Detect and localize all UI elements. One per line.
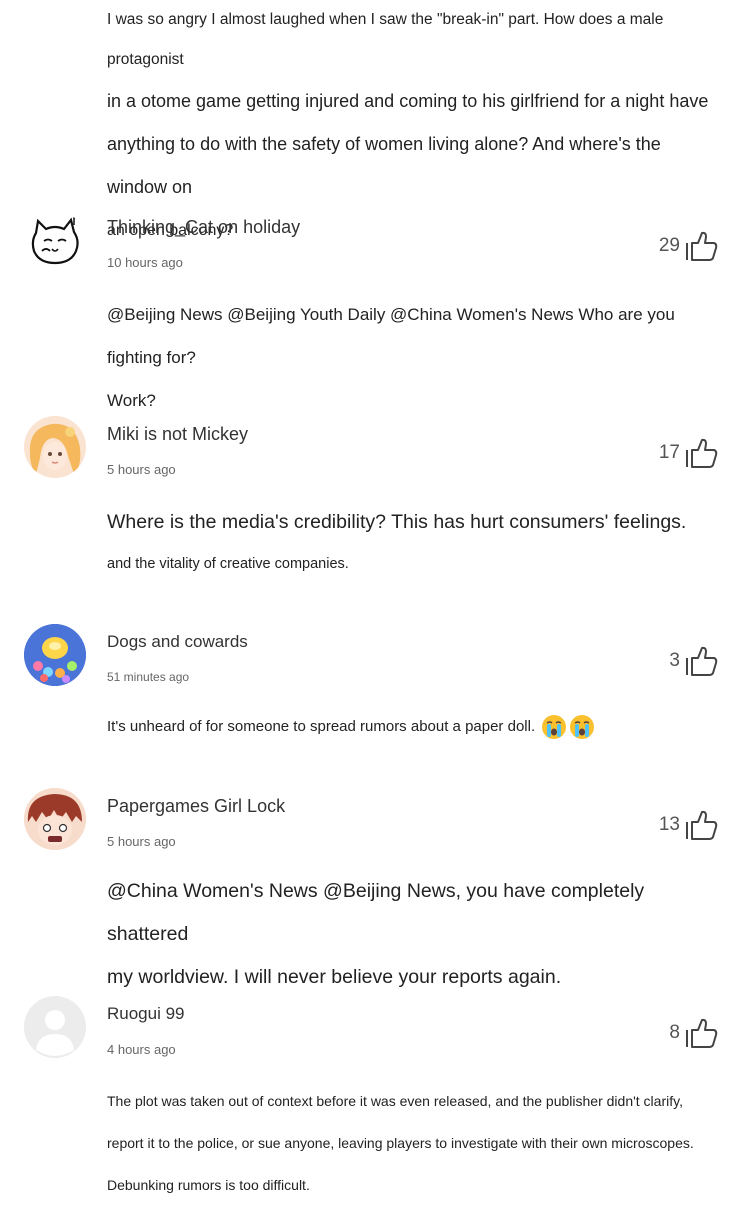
comment-text: It's unheard of for someone to spread ru…	[107, 718, 536, 735]
avatar[interactable]	[24, 788, 86, 850]
comment-body: @China Women's News @Beijing News, you h…	[107, 870, 727, 999]
comment-line: my worldview. I will never believe your …	[107, 966, 562, 988]
like-button[interactable]: 8	[669, 1016, 718, 1050]
comment-body: It's unheard of for someone to spread ru…	[107, 708, 727, 746]
username[interactable]: Ruogui 99	[107, 1004, 185, 1024]
username[interactable]: Miki is not Mickey	[107, 424, 248, 445]
timestamp: 5 hours ago	[107, 834, 176, 849]
thumbs-up-icon	[686, 231, 718, 261]
timestamp: 10 hours ago	[107, 255, 183, 270]
timestamp: 4 hours ago	[107, 1042, 176, 1057]
thumbs-up-icon	[686, 438, 718, 468]
comment-body: @Beijing News @Beijing Youth Daily @Chin…	[107, 293, 727, 422]
like-count: 8	[669, 1022, 680, 1043]
avatar[interactable]	[24, 996, 86, 1058]
comment-line: in a otome game getting injured and comi…	[107, 91, 709, 111]
crying-face-icon	[542, 715, 567, 740]
default-user-avatar-icon	[24, 996, 86, 1058]
comment-line: anything to do with the safety of women …	[107, 134, 661, 197]
avatar[interactable]	[24, 211, 86, 273]
colorful-blob-avatar-icon	[24, 624, 86, 686]
username[interactable]: Thinking_Cat on holiday	[107, 217, 300, 238]
comment-line: and the vitality of creative companies.	[107, 556, 349, 572]
anime-boy-avatar-icon	[24, 788, 86, 850]
comment-body: The plot was taken out of context before…	[107, 1080, 727, 1206]
like-button[interactable]: 13	[659, 808, 718, 842]
timestamp: 51 minutes ago	[107, 670, 190, 684]
like-button[interactable]: 29	[659, 229, 718, 263]
avatar[interactable]	[24, 624, 86, 686]
timestamp: 5 hours ago	[107, 462, 176, 477]
comment-line: Where is the media's credibility? This h…	[107, 511, 687, 533]
comment-line: report it to the police, or sue anyone, …	[107, 1135, 694, 1151]
comment-line: @Beijing News @Beijing Youth Daily @Chin…	[107, 305, 675, 367]
like-count: 17	[658, 442, 680, 463]
comment-line: It's unheard of for someone to spread ru…	[107, 708, 727, 746]
crying-face-icon	[570, 715, 595, 740]
comment-line: The plot was taken out of context before…	[107, 1093, 683, 1109]
like-count: 3	[669, 650, 680, 671]
thumbs-up-icon	[686, 1018, 718, 1048]
comment-line: Work?	[107, 391, 156, 410]
thumbs-up-icon	[686, 646, 718, 676]
thumbs-up-icon	[686, 810, 718, 840]
comment-line: @China Women's News @Beijing News, you h…	[107, 880, 645, 945]
comment-body: Where is the media's credibility? This h…	[107, 500, 727, 584]
like-button[interactable]: 17	[659, 436, 718, 470]
username[interactable]: Papergames Girl Lock	[107, 796, 285, 817]
anime-girl-avatar-icon	[24, 416, 86, 478]
like-button[interactable]: 3	[669, 644, 718, 678]
avatar[interactable]	[24, 416, 86, 478]
like-count: 29	[658, 235, 680, 256]
comment-line: I was so angry I almost laughed when I s…	[107, 11, 664, 68]
comment-body-truncated: I was so angry I almost laughed when I s…	[107, 0, 717, 252]
username[interactable]: Dogs and cowards	[107, 632, 248, 652]
like-count: 13	[658, 814, 680, 835]
comment-feed: I was so angry I almost laughed when I s…	[0, 0, 742, 1200]
cat-doodle-icon	[31, 213, 82, 265]
